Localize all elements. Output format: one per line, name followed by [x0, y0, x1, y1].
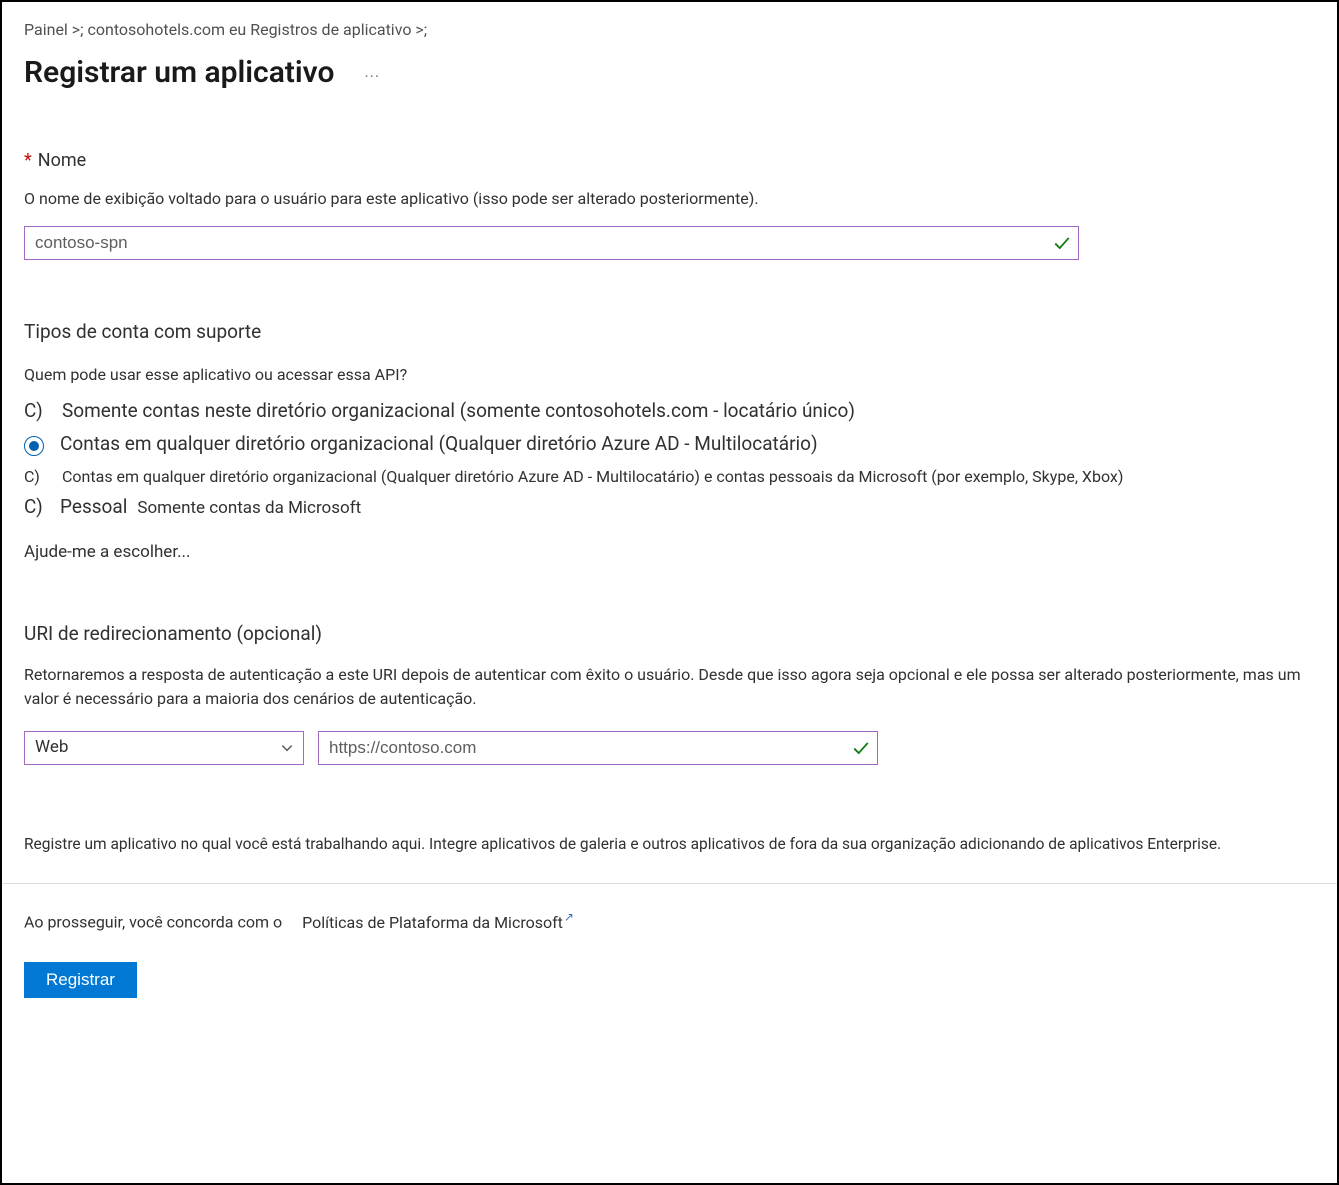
- redirect-uri-help: Retornaremos a resposta de autenticação …: [24, 663, 1314, 711]
- name-help-text: O nome de exibição voltado para o usuári…: [24, 189, 1315, 208]
- account-option-label: Contas em qualquer diretório organizacio…: [60, 432, 818, 455]
- radio-unselected-icon: C): [24, 495, 50, 518]
- policies-link[interactable]: Políticas de Plataforma da Microsoft↗: [302, 913, 574, 932]
- account-option-label: Somente contas neste diretório organizac…: [62, 398, 855, 424]
- platform-select[interactable]: Web: [24, 731, 304, 765]
- redirect-uri-heading: URI de redirecionamento (opcional): [24, 622, 1315, 645]
- app-name-input[interactable]: [24, 226, 1079, 260]
- page-title: Registrar um aplicativo: [24, 55, 334, 90]
- account-option-multitenant[interactable]: Contas em qualquer diretório organizacio…: [24, 432, 1315, 456]
- help-me-choose-link[interactable]: Ajude-me a escolher...: [24, 542, 1315, 562]
- check-icon: [852, 739, 870, 757]
- account-types-question: Quem pode usar esse aplicativo ou acessa…: [24, 365, 1315, 384]
- name-label-text: Nome: [38, 150, 86, 171]
- breadcrumb[interactable]: Painel >; contosohotels.com eu Registros…: [24, 20, 1315, 39]
- platform-select-value: Web: [24, 731, 304, 765]
- radio-unselected-icon: C): [24, 398, 50, 424]
- account-type-options: C) Somente contas neste diretório organi…: [24, 398, 1315, 518]
- policies-link-text: Políticas de Plataforma da Microsoft: [302, 913, 563, 932]
- more-icon[interactable]: ···: [364, 67, 380, 86]
- account-option-personal[interactable]: C) Pessoal Somente contas da Microsoft: [24, 495, 1315, 518]
- consent-prefix: Ao prosseguir, você concorda com o: [24, 913, 282, 932]
- external-link-icon: ↗: [564, 910, 574, 924]
- breadcrumb-part2[interactable]: contosohotels.com eu Registros de aplica…: [88, 20, 428, 39]
- account-option-single-tenant[interactable]: C) Somente contas neste diretório organi…: [24, 398, 1315, 424]
- check-icon: [1053, 234, 1071, 252]
- radio-unselected-icon: C): [24, 466, 50, 488]
- divider: [2, 883, 1337, 884]
- account-option-multitenant-personal[interactable]: C) Contas em qualquer diretório organiza…: [24, 466, 1315, 488]
- name-label: * Nome: [24, 150, 1315, 171]
- account-option-sublabel: Somente contas da Microsoft: [137, 498, 361, 518]
- breadcrumb-part1[interactable]: Painel >;: [24, 20, 84, 39]
- enterprise-note: Registre um aplicativo no qual você está…: [24, 835, 1315, 853]
- required-star-icon: *: [24, 150, 32, 171]
- consent-row: Ao prosseguir, você concorda com o Polít…: [24, 910, 1315, 931]
- account-option-label: Contas em qualquer diretório organizacio…: [62, 466, 1123, 488]
- radio-selected-icon: [24, 436, 44, 456]
- account-types-heading: Tipos de conta com suporte: [24, 320, 1315, 343]
- account-option-label: Pessoal: [60, 495, 127, 518]
- redirect-uri-input[interactable]: [318, 731, 878, 765]
- chevron-down-icon: [280, 741, 294, 755]
- register-button[interactable]: Registrar: [24, 962, 137, 998]
